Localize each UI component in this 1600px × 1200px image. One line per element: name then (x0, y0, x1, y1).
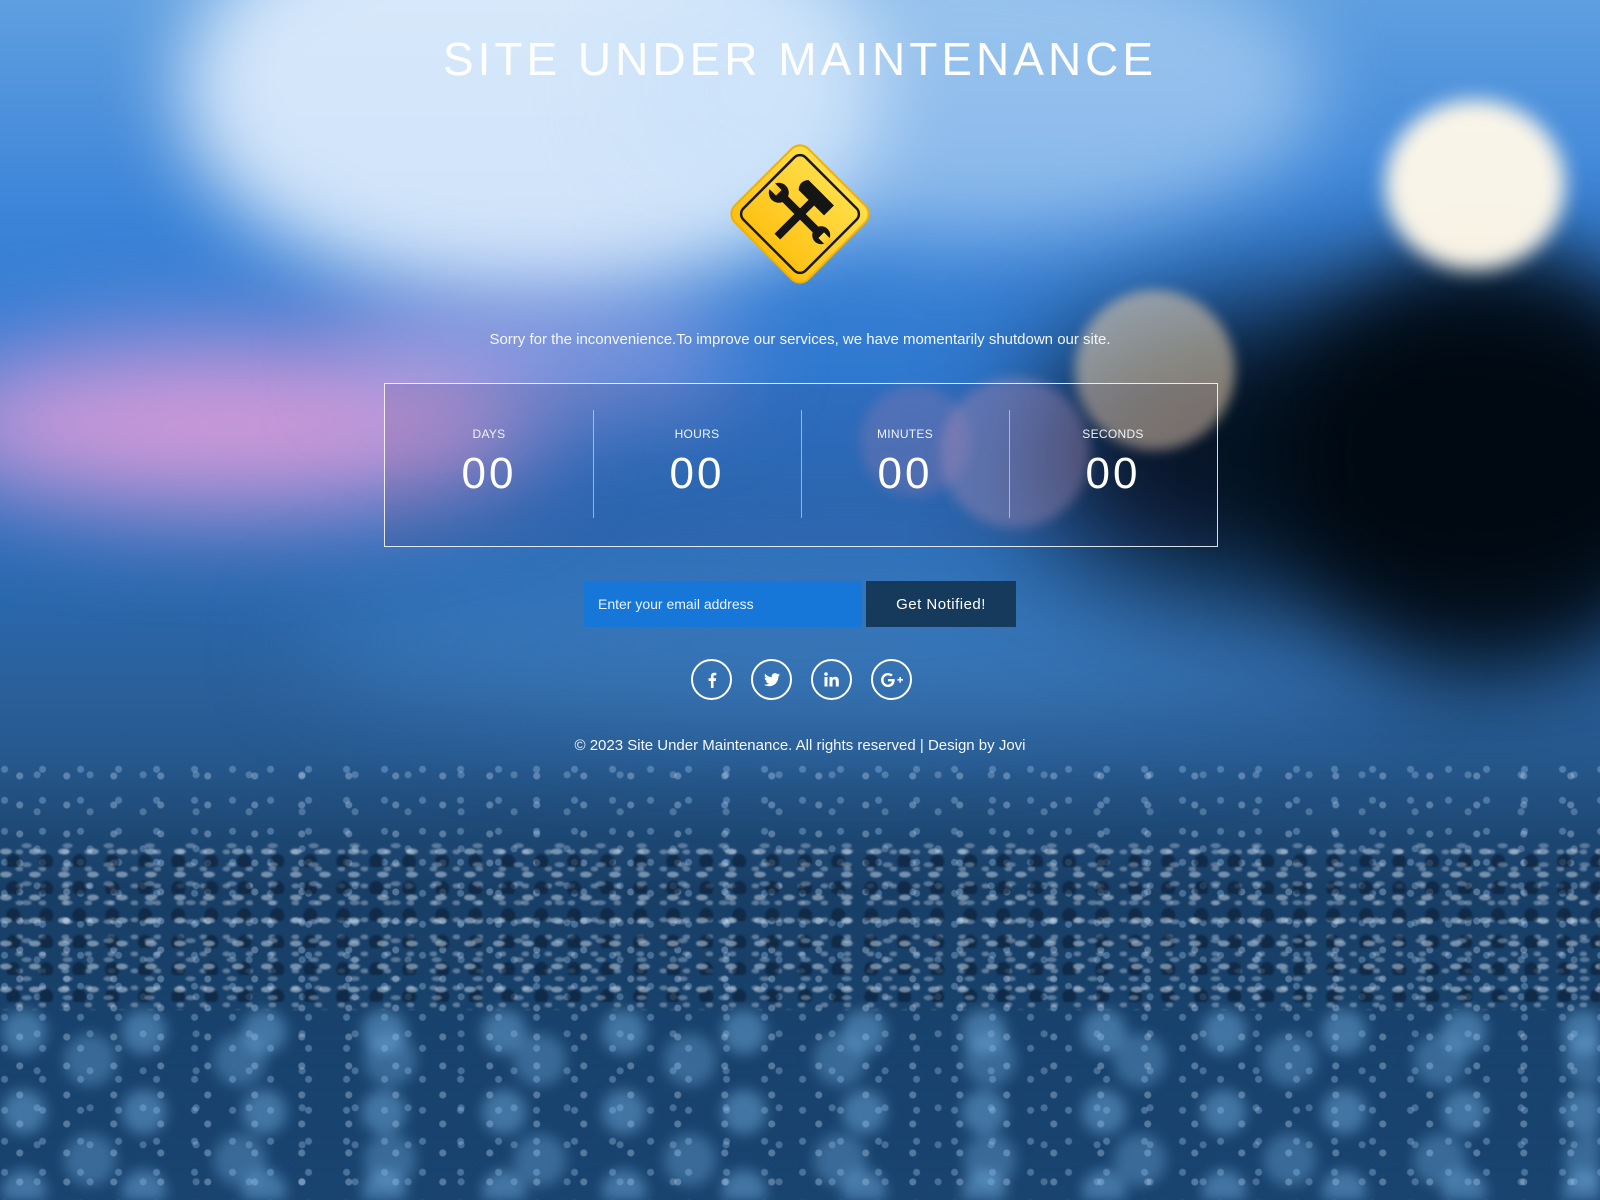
social-links (691, 659, 912, 700)
facebook-icon (705, 672, 719, 688)
countdown-timer: DAYS 00 HOURS 00 MINUTES 00 SECONDS 00 (384, 383, 1218, 547)
countdown-days: DAYS 00 (385, 384, 593, 546)
maintenance-message: Sorry for the inconvenience.To improve o… (489, 331, 1111, 348)
page-title: SITE UNDER MAINTENANCE (442, 33, 1158, 85)
countdown-value: 00 (461, 449, 517, 498)
twitter-icon (763, 672, 780, 687)
countdown-minutes: MINUTES 00 (801, 384, 1009, 546)
footer-copyright: © 2023 Site Under Maintenance. All right… (574, 737, 1026, 754)
get-notified-button[interactable]: Get Notified! (866, 581, 1016, 627)
countdown-seconds: SECONDS 00 (1009, 384, 1217, 546)
linkedin-link[interactable] (811, 659, 852, 700)
twitter-link[interactable] (751, 659, 792, 700)
countdown-hours: HOURS 00 (593, 384, 801, 546)
countdown-label: SECONDS (1082, 427, 1144, 441)
google-plus-link[interactable] (871, 659, 912, 700)
maintenance-sign-icon (720, 134, 880, 294)
email-input[interactable] (584, 581, 862, 627)
countdown-label: HOURS (674, 427, 720, 441)
google-plus-icon (880, 672, 903, 687)
maintenance-page: SITE UNDER MAINTENANCE Sorry for the inc… (0, 0, 1600, 1200)
countdown-value: 00 (877, 449, 933, 498)
countdown-label: DAYS (472, 427, 506, 441)
facebook-link[interactable] (691, 659, 732, 700)
linkedin-icon (824, 672, 839, 687)
countdown-value: 00 (1085, 449, 1141, 498)
countdown-value: 00 (669, 449, 725, 498)
countdown-label: MINUTES (876, 427, 934, 441)
